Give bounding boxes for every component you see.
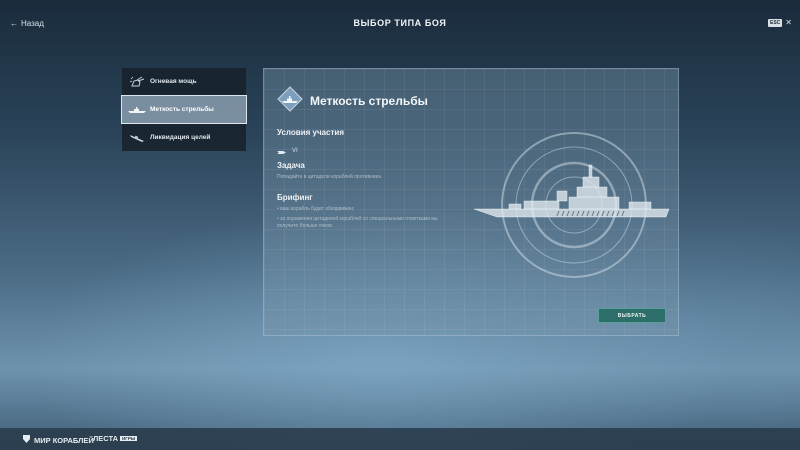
ship-class-icon xyxy=(277,142,286,160)
footer: МИР КОРАБЛЕЙ ЛЕСТА ИГРЫ xyxy=(0,428,800,450)
cruiser-illustration xyxy=(473,132,670,278)
panel-title: Меткость стрельбы xyxy=(310,94,428,108)
menu-item-target-elimination[interactable]: Ликвидация целей xyxy=(122,124,246,151)
conditions-heading: Условия участия xyxy=(277,128,345,137)
close-icon: ✕ xyxy=(785,18,792,27)
menu-item-label: Меткость стрельбы xyxy=(150,106,214,113)
battle-type-menu: Огневая мощь Меткость стрельбы Ликвидаци… xyxy=(121,68,247,152)
briefing-heading: Брифинг xyxy=(277,193,313,202)
battle-type-details: Меткость стрельбы Условия участия VI Зад… xyxy=(263,68,679,336)
menu-item-accuracy[interactable]: Меткость стрельбы xyxy=(121,95,247,124)
task-heading: Задача xyxy=(277,161,305,170)
ship-icon xyxy=(127,106,147,114)
menu-item-firepower[interactable]: Огневая мощь xyxy=(122,68,246,95)
sinking-ship-icon xyxy=(127,133,147,143)
shield-icon xyxy=(22,434,31,446)
tier-requirement: VI xyxy=(277,142,298,160)
esc-key-badge: ESC xyxy=(768,18,783,27)
briefing-item: • за поражения цитаделей кораблей со спе… xyxy=(277,215,438,230)
game-logo: МИР КОРАБЛЕЙ xyxy=(22,434,94,446)
close-button[interactable]: ESC ✕ xyxy=(768,18,792,27)
publisher-logo: ЛЕСТА ИГРЫ xyxy=(93,434,138,443)
briefing-list: • ваш корабль будет обездвижен; • за пор… xyxy=(277,206,457,233)
menu-item-label: Ликвидация целей xyxy=(150,134,211,141)
task-text: Попадайте в цитадели кораблей противника… xyxy=(277,174,383,180)
briefing-item: • ваш корабль будет обездвижен; xyxy=(277,206,355,212)
gun-turret-icon xyxy=(127,76,147,88)
top-bar: ← Назад ВЫБОР ТИПА БОЯ ESC ✕ xyxy=(0,0,800,48)
page-title: ВЫБОР ТИПА БОЯ xyxy=(353,18,447,28)
tier-value: VI xyxy=(292,148,298,154)
menu-item-label: Огневая мощь xyxy=(150,78,197,85)
select-button[interactable]: ВЫБРАТЬ xyxy=(598,308,666,323)
ship-badge-icon xyxy=(277,86,303,112)
